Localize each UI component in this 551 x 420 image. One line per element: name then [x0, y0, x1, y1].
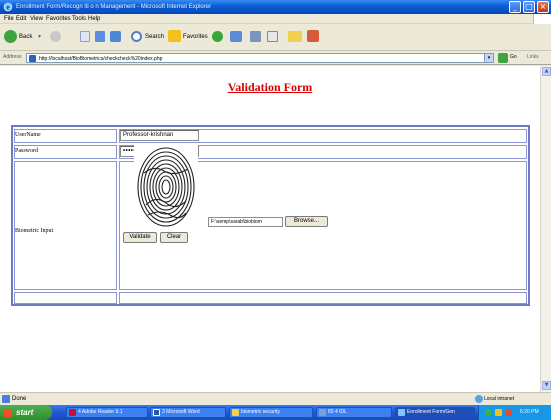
back-dropdown-icon[interactable]: ▾ — [38, 33, 41, 41]
menu-view[interactable]: View — [30, 15, 43, 23]
internet-explorer-icon — [398, 409, 405, 416]
menu-file[interactable]: File — [4, 15, 14, 23]
password-label: Password — [15, 148, 39, 154]
page-content: Validation Form UserName Professor-krish… — [0, 66, 540, 392]
taskbar-clock: 6:20 PM — [520, 409, 539, 415]
taskbar-item-biometric-folder[interactable]: biometric security — [229, 407, 313, 418]
favorites-button-label[interactable]: Favorites — [183, 33, 208, 41]
address-label: Address — [3, 54, 22, 60]
taskbar: start 4 Adobe Reader 9.1 3 Microsoft Wor… — [0, 405, 551, 420]
menu-help[interactable]: Help — [88, 15, 100, 23]
menu-edit[interactable]: Edit — [16, 15, 26, 23]
taskbar-item-enrollment-form[interactable]: Enrollment Form/Gen — [395, 407, 475, 418]
scroll-up-arrow-icon[interactable]: ▲ — [542, 67, 551, 76]
system-tray — [478, 405, 551, 420]
biometric-input-label: Biometric Input — [15, 228, 54, 234]
window-title-bar: e Enrollment Form/Recogn iti o n Managem… — [0, 0, 551, 14]
fingerprint-image — [134, 143, 198, 229]
address-input[interactable]: http://localhost/BioBiometrics/checkchec… — [26, 53, 494, 63]
search-button-label[interactable]: Search — [145, 33, 164, 41]
taskbar-item-label: biometric security — [241, 409, 280, 415]
taskbar-item-label: 80 4 IDL — [328, 409, 347, 415]
scroll-down-arrow-icon[interactable]: ▼ — [542, 381, 551, 390]
security-zone-text: Local intranet — [484, 396, 515, 402]
taskbar-item-label: 4 Adobe Reader 9.1 — [78, 409, 123, 415]
back-button-label[interactable]: Back — [19, 33, 32, 41]
page-title: Validation Form — [227, 80, 313, 94]
network-tray-icon[interactable] — [485, 409, 492, 416]
menu-bar: File Edit View Favorites Tools Help — [0, 14, 551, 24]
messenger-icon[interactable] — [307, 30, 319, 42]
go-arrow-icon[interactable] — [498, 53, 508, 63]
links-label[interactable]: Links — [527, 54, 539, 60]
validate-button[interactable]: Validate — [123, 232, 157, 243]
taskbar-item-idl[interactable]: 80 4 IDL — [316, 407, 392, 418]
home-icon[interactable] — [110, 31, 121, 42]
menu-favorites[interactable]: Favorites — [46, 15, 71, 23]
start-label: start — [16, 408, 34, 417]
clear-button[interactable]: Clear — [160, 232, 188, 243]
refresh-icon[interactable] — [95, 31, 105, 42]
folder-icon[interactable] — [288, 31, 302, 42]
stop-icon[interactable] — [80, 31, 90, 42]
taskbar-item-label: 3 Microsoft Word — [162, 409, 200, 415]
print-icon[interactable] — [250, 31, 261, 42]
word-icon — [153, 409, 160, 416]
username-field[interactable]: Professor-krishnan — [120, 130, 199, 141]
go-button-label[interactable]: Go — [510, 54, 517, 60]
taskbar-item-word[interactable]: 3 Microsoft Word — [150, 407, 226, 418]
security-tray-icon[interactable] — [505, 409, 512, 416]
address-url[interactable]: http://localhost/BioBiometrics/checkchec… — [39, 55, 162, 63]
back-arrow-icon[interactable] — [4, 30, 17, 43]
tray-app-icon[interactable] — [495, 409, 502, 416]
windows-flag-icon — [4, 409, 12, 417]
minimize-button[interactable]: _ — [509, 1, 521, 13]
vertical-scrollbar[interactable]: ▲ ▼ — [540, 66, 551, 392]
edit-page-icon[interactable] — [267, 31, 278, 42]
close-button[interactable]: × — [537, 1, 549, 13]
page-icon — [29, 55, 36, 62]
status-text: Done — [12, 396, 27, 402]
adobe-reader-icon — [69, 409, 76, 416]
address-bar: Address http://localhost/BioBiometrics/c… — [0, 51, 551, 65]
biometric-label-cell — [14, 161, 117, 290]
standard-toolbar: Back ▾ Search Favorites — [0, 24, 551, 51]
status-bar: Done Local intranet — [0, 392, 551, 405]
empty-label-cell — [14, 292, 117, 304]
svg-text:e: e — [6, 4, 9, 12]
taskbar-item-label: Enrollment Form/Gen — [407, 409, 455, 415]
menu-tools[interactable]: Tools — [72, 15, 86, 23]
maximize-button[interactable]: □ — [523, 1, 535, 13]
forward-arrow-icon[interactable] — [50, 31, 61, 42]
address-dropdown-icon[interactable]: ▾ — [484, 54, 493, 62]
windows-logo-icon — [533, 14, 551, 24]
validation-form-table — [11, 125, 530, 306]
mail-icon[interactable] — [230, 31, 242, 42]
username-label: UserName — [15, 132, 41, 138]
window-title: Enrollment Form/Recogn iti o n Managemen… — [16, 4, 212, 10]
folder-icon — [232, 409, 239, 416]
page-done-icon — [2, 395, 10, 403]
intranet-icon — [475, 395, 483, 403]
favorites-star-icon[interactable] — [168, 30, 181, 42]
history-icon[interactable] — [212, 31, 223, 42]
biometric-file-path[interactable]: F:\semp\sarab\biobiom — [208, 217, 283, 227]
browse-button[interactable]: Browse... — [285, 216, 328, 227]
search-icon[interactable] — [131, 31, 142, 42]
internet-explorer-icon: e — [3, 2, 13, 12]
taskbar-item-adobe-reader[interactable]: 4 Adobe Reader 9.1 — [66, 407, 148, 418]
buttons-cell — [119, 292, 527, 304]
idl-icon — [319, 409, 326, 416]
